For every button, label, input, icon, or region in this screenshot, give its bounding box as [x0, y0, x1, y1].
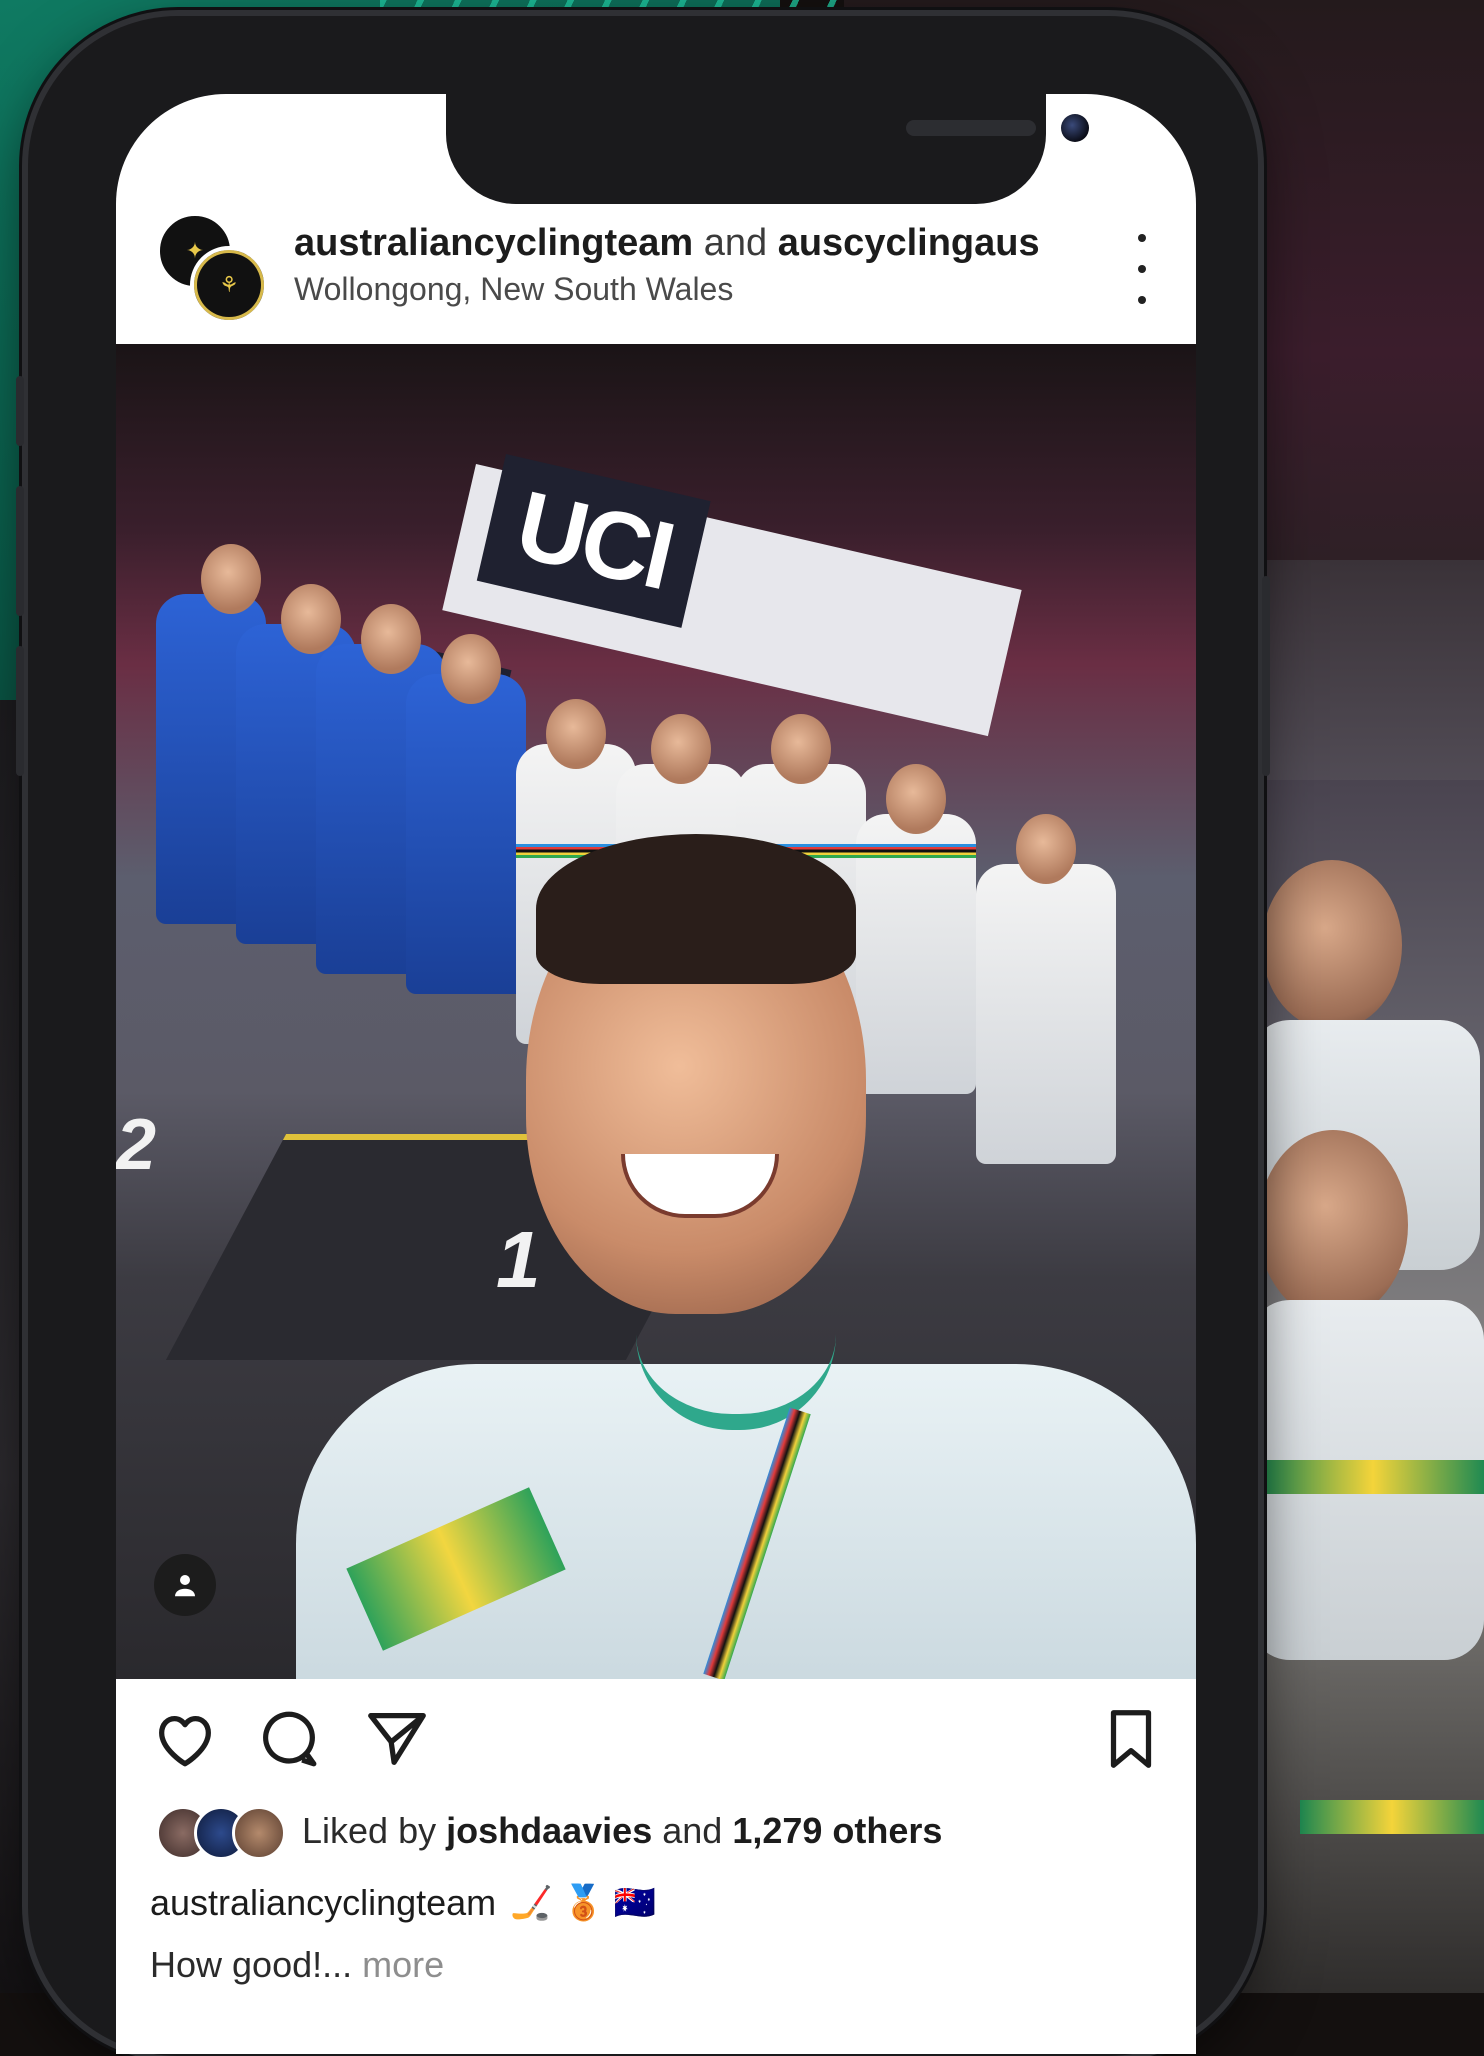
phone-side-button — [16, 376, 24, 446]
podium-number-second: 2 — [116, 1105, 157, 1185]
rider-head — [441, 634, 501, 704]
phone-side-button — [16, 486, 24, 616]
post-location[interactable]: Wollongong, New South Wales — [294, 271, 1040, 308]
caption-line: australiancyclingteam 🏒 🥉 🇦🇺 — [150, 1882, 656, 1924]
liked-by-prefix: Liked by — [302, 1810, 437, 1851]
rider-head — [361, 604, 421, 674]
podium-number-first: 1 — [496, 1215, 541, 1304]
background-rider-band — [1262, 1460, 1484, 1494]
rider-head — [201, 544, 261, 614]
rider-head — [771, 714, 831, 784]
background-rider-face — [1262, 860, 1402, 1030]
bookmark-icon[interactable] — [1096, 1704, 1166, 1774]
phone-speaker — [906, 120, 1036, 136]
liked-by-username[interactable]: joshdaavies — [446, 1810, 652, 1852]
collaborator-username[interactable]: auscyclingaus — [778, 222, 1040, 264]
caption-more-link[interactable]: more — [362, 1944, 444, 1985]
heart-icon[interactable] — [150, 1704, 220, 1774]
post-accounts: australiancyclingteam and auscyclingaus — [294, 222, 1040, 265]
phone-screen: ✦ ⚘ australiancyclingteam and auscycling… — [116, 94, 1196, 2054]
phone-side-button — [16, 646, 24, 776]
background-rider-face — [1258, 1130, 1408, 1320]
rider-white — [976, 864, 1116, 1164]
post-actions-bar — [116, 1694, 1196, 1784]
cycling-logo-icon: ⚘ — [219, 272, 239, 297]
rider-head — [546, 699, 606, 769]
post-header-text: australiancyclingteam and auscyclingaus … — [294, 222, 1040, 308]
send-icon[interactable] — [362, 1704, 432, 1774]
liker-avatar — [232, 1806, 286, 1860]
phone-camera — [1061, 114, 1089, 142]
liker-avatars[interactable] — [156, 1806, 286, 1860]
rider-blue — [406, 674, 526, 994]
caption-emojis: 🏒 🥉 🇦🇺 — [510, 1884, 657, 1922]
likes-summary[interactable]: Liked by joshdaavies and 1,279 others — [156, 1806, 942, 1860]
liked-by-others[interactable]: 1,279 others — [732, 1810, 942, 1852]
phone-side-button — [1262, 576, 1270, 776]
caption-text: How good!... more — [150, 1944, 444, 1986]
account-connector: and — [703, 222, 768, 264]
author-avatars[interactable]: ✦ ⚘ — [156, 212, 268, 324]
caption-author[interactable]: australiancyclingteam — [150, 1882, 496, 1924]
background-rider-band — [1300, 1800, 1484, 1834]
comment-icon[interactable] — [254, 1704, 324, 1774]
phone-frame: ✦ ⚘ australiancyclingteam and auscycling… — [16, 16, 1270, 2056]
more-options-icon[interactable] — [1122, 234, 1162, 304]
rider-head — [1016, 814, 1076, 884]
post-image[interactable]: UCI UCI 1 2 — [116, 344, 1196, 1679]
selfie-rider-hair — [536, 834, 856, 984]
liked-by-connector: and — [662, 1810, 723, 1851]
rider-head — [886, 764, 946, 834]
rider-head — [651, 714, 711, 784]
author-username[interactable]: australiancyclingteam — [294, 222, 693, 264]
post-header: ✦ ⚘ australiancyclingteam and auscycling… — [116, 204, 1196, 354]
phone-notch — [446, 94, 1089, 204]
collaborator-avatar[interactable]: ⚘ — [190, 246, 268, 324]
caption-body: How good!... — [150, 1944, 353, 1985]
audio-icon[interactable] — [154, 1554, 216, 1616]
rider-head — [281, 584, 341, 654]
